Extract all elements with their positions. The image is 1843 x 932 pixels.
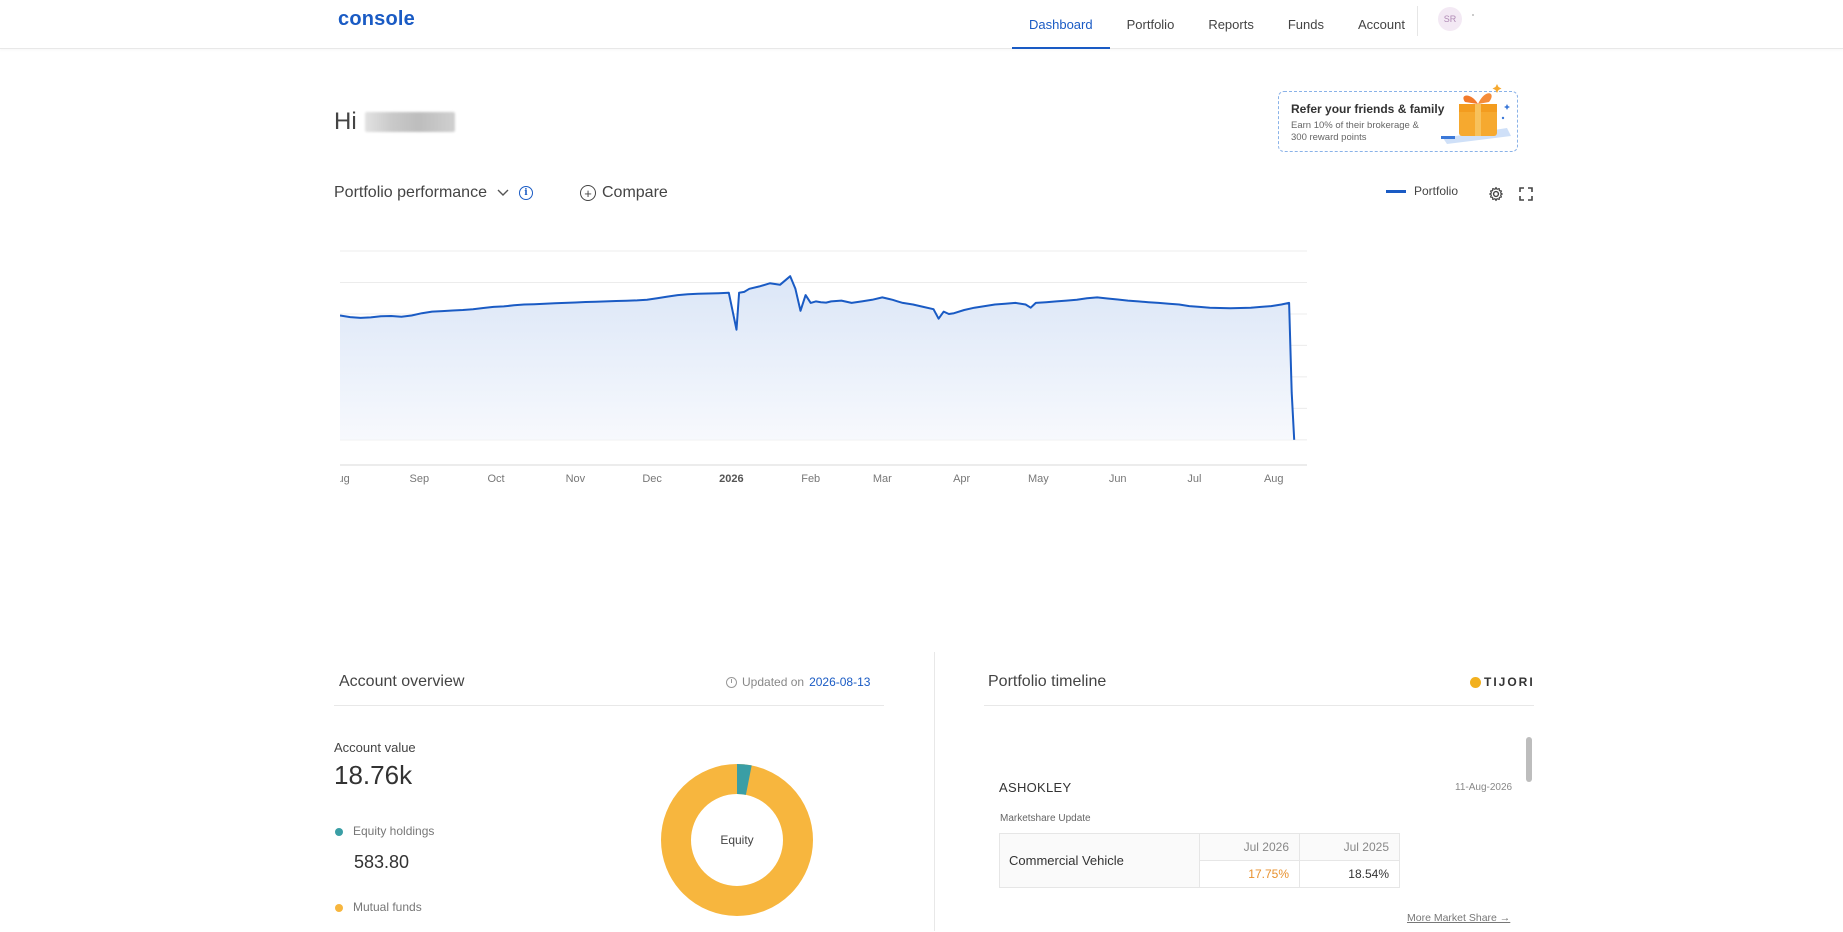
- column-header-current: Jul 2026: [1199, 833, 1300, 861]
- x-tick-label: Aug: [1264, 473, 1284, 485]
- x-tick-label: 2026: [719, 473, 743, 485]
- legend-label: Portfolio: [1414, 184, 1459, 198]
- segment-name: Commercial Vehicle: [999, 833, 1200, 888]
- account-overview-rule: [334, 705, 884, 706]
- equity-holdings-label: Equity holdings: [353, 824, 435, 838]
- nav-portfolio[interactable]: Portfolio: [1110, 0, 1192, 49]
- gear-icon[interactable]: [1488, 186, 1504, 202]
- timeline-event-type: Marketshare Update: [1000, 813, 1091, 824]
- marketshare-table: Commercial Vehicle Jul 2026 Jul 2025 17.…: [999, 833, 1400, 888]
- nav-divider: [1417, 6, 1418, 36]
- tijori-label: TIJORI: [1484, 675, 1535, 689]
- redacted-user-name: [364, 112, 455, 132]
- user-name-placeholder: [1472, 14, 1474, 16]
- updated-on: Updated on 2026-08-13: [726, 675, 870, 689]
- portfolio-timeline-title: Portfolio timeline: [988, 673, 1107, 690]
- greeting: Hi: [334, 108, 455, 136]
- performance-title[interactable]: Portfolio performance i: [334, 184, 533, 202]
- allocation-donut-chart[interactable]: Equity: [645, 748, 829, 932]
- current-share-value: 17.75%: [1199, 860, 1300, 888]
- account-overview-title: Account overview: [339, 673, 465, 690]
- x-tick-label: Aug: [340, 473, 350, 485]
- x-tick-label: Mar: [873, 473, 892, 485]
- x-tick-label: Apr: [953, 473, 970, 485]
- x-tick-label: Oct: [487, 473, 504, 485]
- mutual-funds-label: Mutual funds: [353, 900, 422, 914]
- top-navbar: console Dashboard Portfolio Reports Fund…: [0, 0, 1843, 49]
- x-tick-label: Sep: [410, 473, 430, 485]
- tijori-logo[interactable]: TIJORI: [1470, 675, 1535, 689]
- legend-swatch: [1386, 189, 1406, 193]
- more-market-share-link[interactable]: More Market Share →: [1407, 912, 1510, 924]
- compare-label: Compare: [602, 184, 668, 201]
- portfolio-timeline-rule: [984, 705, 1534, 706]
- compare-button[interactable]: + Compare: [580, 184, 668, 202]
- nav-funds[interactable]: Funds: [1271, 0, 1341, 49]
- clock-icon: [726, 676, 737, 688]
- timeline-scrollbar[interactable]: [1526, 737, 1532, 782]
- account-value-label: Account value: [334, 740, 416, 755]
- equity-legend-dot: [335, 828, 343, 836]
- fullscreen-icon[interactable]: [1518, 186, 1534, 202]
- updated-date: 2026-08-13: [809, 675, 871, 689]
- nav-account[interactable]: Account: [1341, 0, 1422, 49]
- section-divider: [934, 652, 935, 931]
- avatar[interactable]: SR: [1438, 7, 1462, 31]
- column-header-previous: Jul 2025: [1299, 833, 1400, 861]
- tijori-icon: [1470, 676, 1481, 688]
- donut-center-label: Equity: [720, 833, 753, 847]
- info-icon[interactable]: i: [518, 186, 533, 200]
- nav-dashboard[interactable]: Dashboard: [1012, 0, 1110, 49]
- timeline-date: 11-Aug-2026: [1455, 782, 1513, 793]
- performance-title-label: Portfolio performance: [334, 184, 487, 201]
- console-logo[interactable]: console: [338, 8, 415, 31]
- x-tick-label: Feb: [801, 473, 820, 485]
- chevron-down-icon[interactable]: [497, 189, 509, 197]
- x-tick-label: Dec: [642, 473, 662, 485]
- portfolio-performance-chart[interactable]: 1.2k1k800.00600.00400.00200.000.00AugSep…: [340, 240, 1540, 570]
- timeline-company[interactable]: ASHOKLEY: [999, 780, 1071, 795]
- previous-share-value: 18.54%: [1299, 860, 1400, 888]
- table-row: Commercial Vehicle Jul 2026 Jul 2025: [999, 833, 1400, 888]
- x-tick-label: Jul: [1187, 473, 1201, 485]
- equity-holdings-value: 583.80: [354, 852, 410, 872]
- chart-legend: Portfolio: [1386, 184, 1458, 198]
- greeting-prefix: Hi: [334, 108, 357, 135]
- main-nav: Dashboard Portfolio Reports Funds Accoun…: [1012, 0, 1422, 49]
- gift-icon: [1441, 84, 1511, 144]
- nav-reports[interactable]: Reports: [1191, 0, 1271, 49]
- x-tick-label: Jun: [1109, 473, 1127, 485]
- referral-subtitle: Earn 10% of their brokerage & 300 reward…: [1291, 120, 1419, 143]
- plus-circle-icon: +: [580, 185, 596, 201]
- x-tick-label: Nov: [566, 473, 586, 485]
- mutual-funds-legend-dot: [335, 904, 343, 912]
- x-tick-label: May: [1028, 473, 1049, 485]
- account-value: 18.76k: [334, 760, 413, 790]
- updated-prefix: Updated on: [742, 675, 805, 689]
- referral-card[interactable]: Refer your friends & family Earn 10% of …: [1278, 84, 1518, 152]
